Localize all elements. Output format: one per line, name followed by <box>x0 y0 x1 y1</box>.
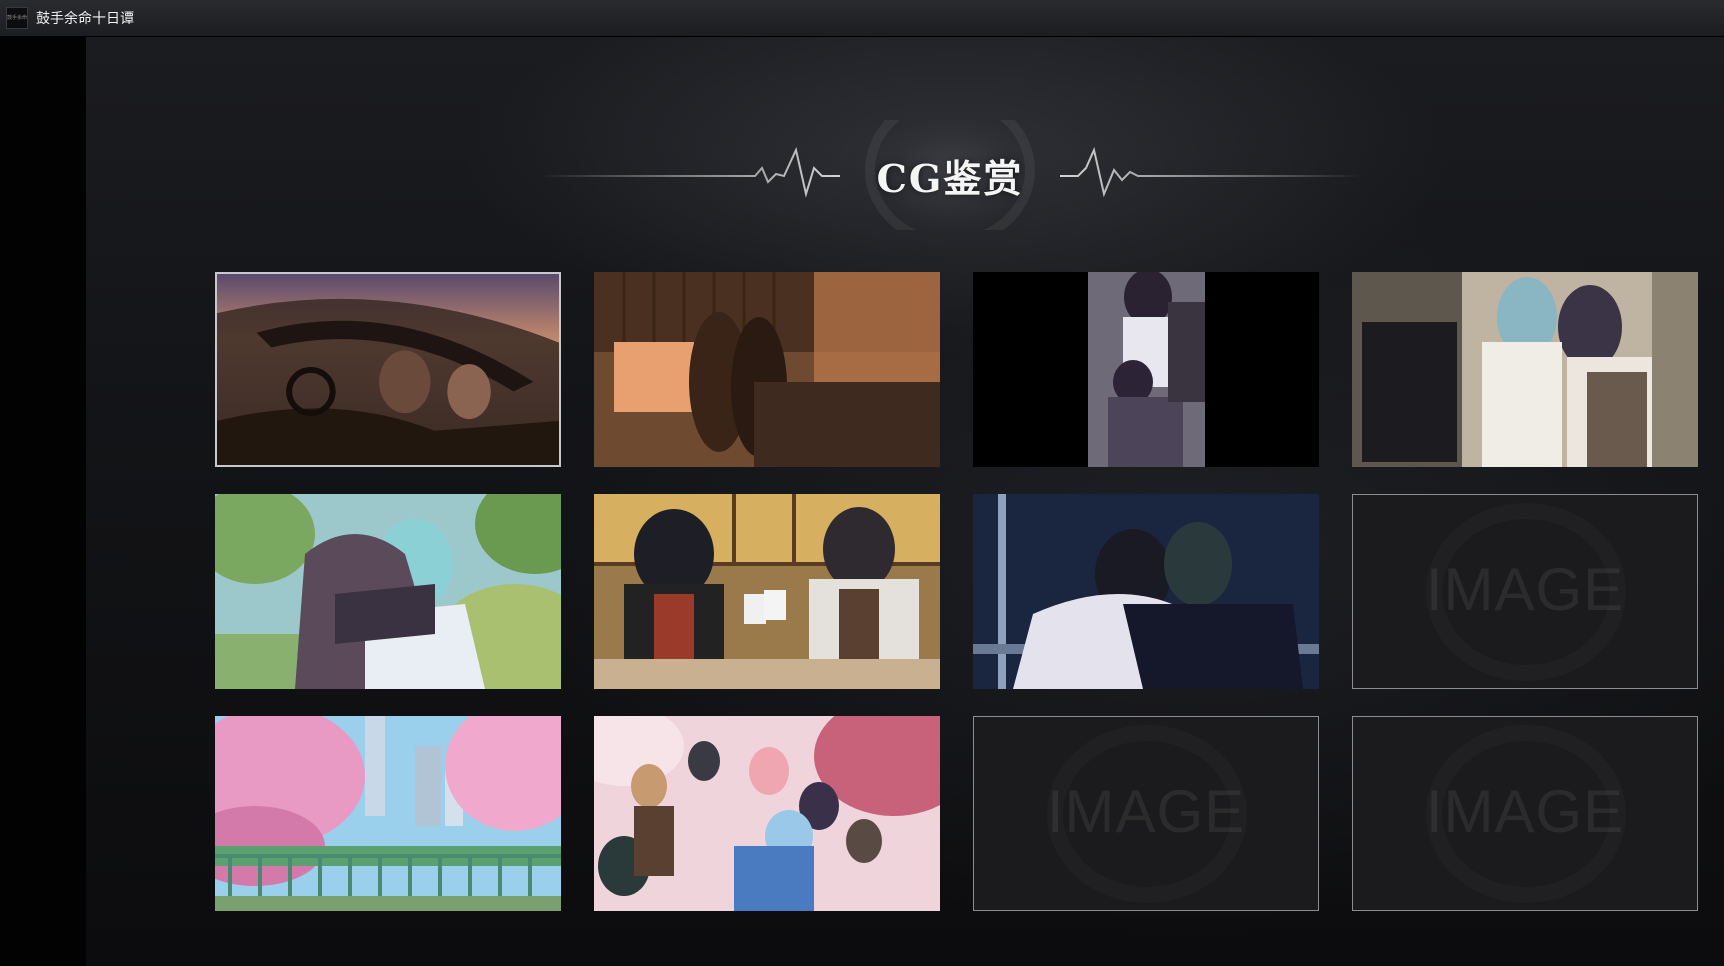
cg-thumbnail-8-locked[interactable]: IMAGE <box>1352 494 1698 689</box>
cg-thumbnail-10[interactable] <box>594 716 940 911</box>
left-letterbox <box>0 37 86 966</box>
placeholder-label: IMAGE <box>1425 778 1625 845</box>
cg-thumbnail-6[interactable] <box>594 494 940 689</box>
cg-image-hug-trees <box>215 494 561 689</box>
cg-thumbnail-7[interactable] <box>973 494 1319 689</box>
cg-image-bar <box>594 272 940 467</box>
cg-image-car-sunset <box>217 274 559 465</box>
cg-image-toast <box>594 494 940 689</box>
cg-thumbnail-4[interactable] <box>1352 272 1698 467</box>
app-icon-text: 鼓手余命 <box>7 14 28 21</box>
cg-thumbnail-11-locked[interactable]: IMAGE <box>973 716 1319 911</box>
window-title: 鼓手余命十日谭 <box>36 11 134 27</box>
cg-grid: IMAGE IMAGE IMAGE <box>215 272 1698 911</box>
title-bar: 鼓手余命 鼓手余命十日谭 <box>0 0 1724 37</box>
game-window: 鼓手余命 鼓手余命十日谭 CG鉴赏 IMAGE IMAGE IMAGE <box>0 0 1724 966</box>
cg-image-monitor <box>1352 272 1698 467</box>
cg-thumbnail-3[interactable] <box>973 272 1319 467</box>
cg-image-night-embrace <box>973 494 1319 689</box>
placeholder-label: IMAGE <box>1425 556 1625 623</box>
placeholder-label: IMAGE <box>1046 778 1246 845</box>
app-icon: 鼓手余命 <box>6 7 28 29</box>
cg-thumbnail-1[interactable] <box>215 272 561 467</box>
cg-thumbnail-5[interactable] <box>215 494 561 689</box>
cg-thumbnail-12-locked[interactable]: IMAGE <box>1352 716 1698 911</box>
cg-thumbnail-9[interactable] <box>215 716 561 911</box>
cg-thumbnail-2[interactable] <box>594 272 940 467</box>
gallery-header: CG鉴赏 <box>540 120 1360 230</box>
cg-image-portrait <box>973 272 1319 467</box>
cg-image-group-sakura <box>594 716 940 911</box>
page-title: CG鉴赏 <box>876 156 1024 201</box>
cg-image-cherry-blossom-city <box>215 716 561 911</box>
